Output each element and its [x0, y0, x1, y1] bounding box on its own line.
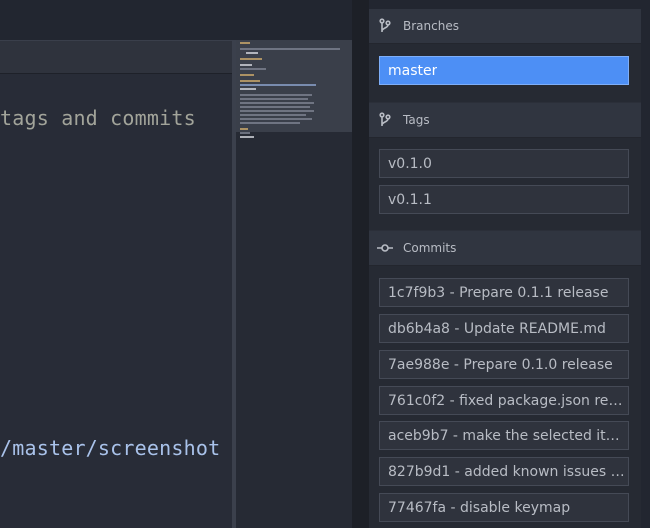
git-panel: Branches master Tags v0.1.0 v0.1.1 Commi… [369, 9, 641, 528]
commits-header[interactable]: Commits [369, 231, 641, 266]
editor-text-line[interactable]: tags and commits [0, 106, 196, 130]
commits-list: 1c7f9b3 - Prepare 0.1.1 release db6b4a8 … [369, 266, 641, 528]
commit-label: 7ae988e - Prepare 0.1.0 release [388, 356, 613, 373]
commit-label: 77467fa - disable keymap [388, 499, 571, 516]
tag-item[interactable]: v0.1.0 [379, 149, 629, 178]
commit-item[interactable]: db6b4a8 - Update README.md [379, 314, 629, 343]
tag-label: v0.1.0 [388, 155, 432, 172]
commit-item[interactable]: 1c7f9b3 - Prepare 0.1.1 release [379, 278, 629, 307]
minimap[interactable] [236, 40, 352, 528]
commit-item[interactable]: 7ae988e - Prepare 0.1.0 release [379, 350, 629, 379]
commits-title: Commits [403, 241, 457, 255]
commit-item[interactable]: aceb9b7 - make the selected ite... [379, 421, 629, 450]
editor-text-line[interactable]: /master/screenshot [0, 436, 220, 460]
branch-label: master [388, 62, 438, 79]
tag-label: v0.1.1 [388, 191, 432, 208]
commit-label: aceb9b7 - make the selected ite... [388, 427, 626, 444]
commit-icon [371, 243, 399, 253]
commit-item[interactable]: 761c0f2 - fixed package.json rep... [379, 386, 629, 415]
tags-title: Tags [403, 113, 430, 127]
tag-branch-icon [371, 112, 399, 128]
editor-tab-bar [0, 40, 232, 74]
commit-label: 1c7f9b3 - Prepare 0.1.1 release [388, 284, 609, 301]
panel-divider [352, 0, 369, 528]
commit-label: db6b4a8 - Update README.md [388, 320, 606, 337]
branches-list: master [369, 44, 641, 102]
branch-item-master[interactable]: master [379, 56, 629, 85]
branch-icon [371, 18, 399, 34]
commit-label: 761c0f2 - fixed package.json rep... [388, 392, 626, 409]
branches-title: Branches [403, 19, 459, 33]
editor-pane[interactable]: tags and commits /master/screenshot [0, 40, 232, 528]
tag-item[interactable]: v0.1.1 [379, 185, 629, 214]
commit-item[interactable]: 77467fa - disable keymap [379, 493, 629, 522]
tags-header[interactable]: Tags [369, 103, 641, 138]
commit-item[interactable]: 827b9d1 - added known issues a... [379, 457, 629, 486]
tags-list: v0.1.0 v0.1.1 [369, 138, 641, 230]
branches-header[interactable]: Branches [369, 9, 641, 44]
commit-label: 827b9d1 - added known issues a... [388, 463, 626, 480]
